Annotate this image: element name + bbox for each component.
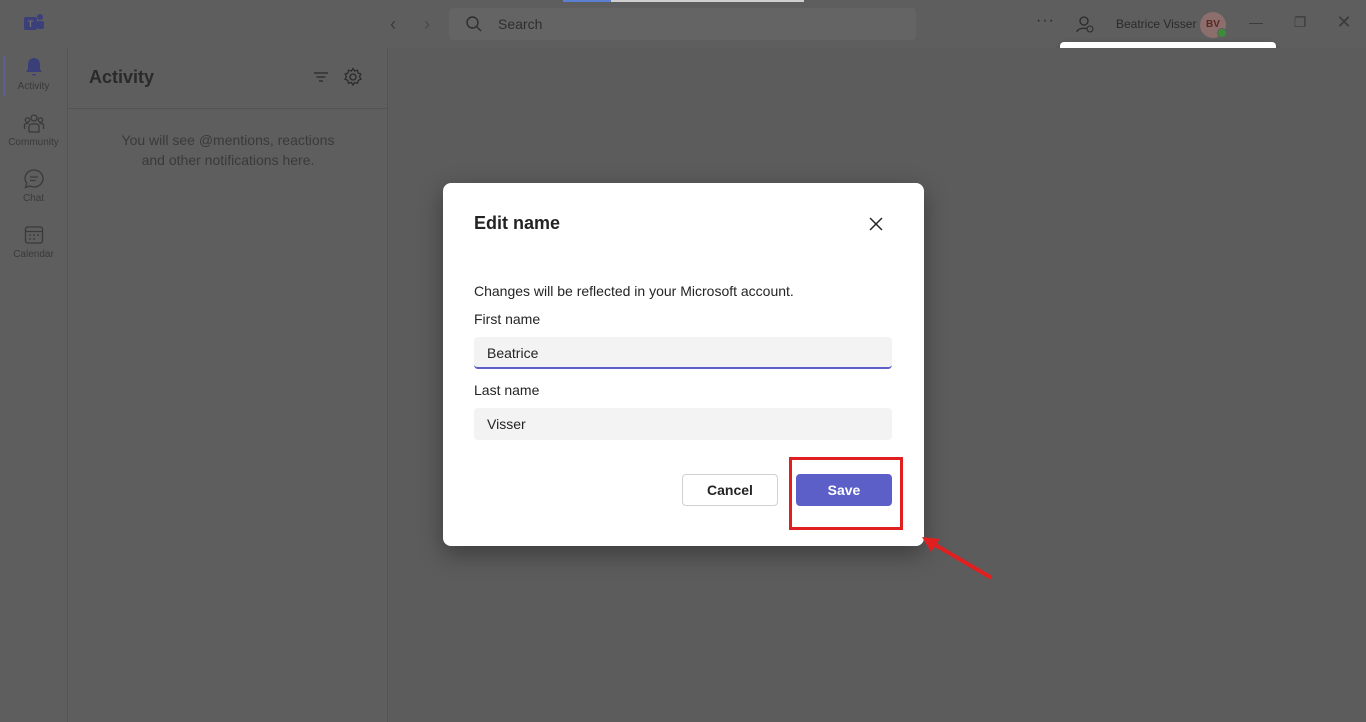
presence-available-icon [1217,28,1227,38]
rail-item-chat[interactable]: Chat [0,160,67,214]
rail-label-activity: Activity [17,81,50,92]
account-manager-icon[interactable] [1075,14,1095,34]
top-accent-line-light [611,0,804,2]
empty-state-message: You will see @mentions, reactions and ot… [121,132,335,168]
filter-icon[interactable] [312,68,330,86]
people-icon [23,114,44,133]
window-close-icon[interactable]: ✕ [1334,12,1354,32]
user-name[interactable]: Beatrice Visser [1116,17,1196,31]
page-title: Activity [89,67,155,87]
title-bar: T ‹ › Search ··· Beatrice Visser BV — ❐ … [0,0,1366,48]
first-name-field[interactable]: Beatrice [474,337,892,369]
chat-icon [23,169,44,189]
last-name-label: Last name [474,382,540,398]
rail-label-calendar: Calendar [13,249,54,260]
top-accent-line [563,0,611,2]
minimize-icon[interactable]: — [1246,12,1266,32]
search-box[interactable]: Search [449,8,916,40]
cancel-button[interactable]: Cancel [682,474,778,506]
activity-pane: Activity You will see @mentions, reactio… [67,48,388,722]
rail-label-chat: Chat [22,193,45,204]
rail-item-calendar[interactable]: Calendar [0,216,67,270]
bell-icon [25,58,42,76]
rail-item-activity[interactable]: Activity [0,48,67,102]
active-indicator [3,56,6,96]
more-options-icon[interactable]: ··· [1036,12,1055,30]
calendar-icon [24,226,43,244]
search-placeholder: Search [498,16,543,32]
save-highlight-box [789,457,903,530]
svg-text:T: T [28,19,34,29]
pointer-arrow-icon [922,537,992,579]
activity-header: Activity [68,48,387,109]
restore-icon[interactable]: ❐ [1290,12,1310,32]
last-name-field[interactable]: Visser [474,408,892,440]
forward-arrow-icon[interactable]: › [419,14,435,34]
back-arrow-icon[interactable]: ‹ [385,14,401,34]
rail-item-community[interactable]: Community [0,104,67,158]
dialog-title: Edit name [474,213,561,233]
rail-label-community: Community [8,137,59,148]
search-icon [466,16,482,32]
close-icon[interactable] [863,211,889,237]
app-rail: Activity Community Chat Calendar [0,48,67,722]
first-name-label: First name [474,311,541,327]
teams-logo-icon[interactable]: T [22,12,46,34]
dialog-description: Changes will be reflected in your Micros… [474,283,794,299]
gear-icon[interactable] [343,67,363,87]
